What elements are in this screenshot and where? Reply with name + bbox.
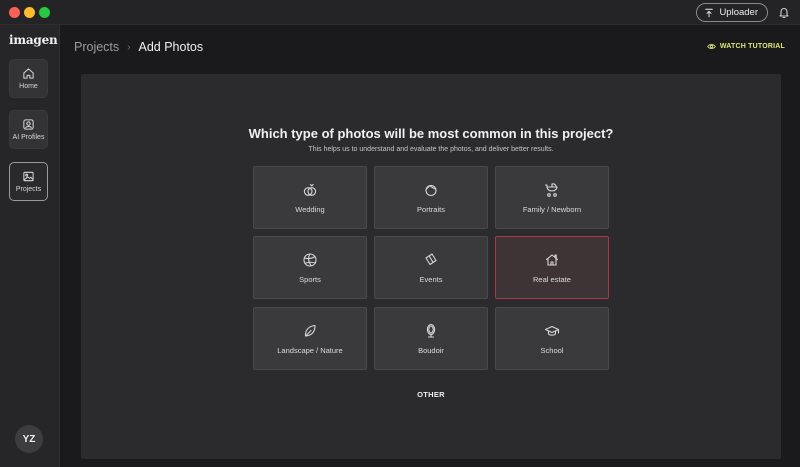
sidebar-item-label: Home: [19, 83, 38, 90]
breadcrumb: Projects › Add Photos: [74, 40, 203, 54]
category-label: School: [540, 345, 564, 355]
portrait-icon: [425, 184, 437, 196]
sidebar-item-projects[interactable]: Projects: [9, 162, 48, 201]
other-option-link[interactable]: OTHER: [81, 390, 781, 399]
page-title: Add Photos: [138, 40, 204, 54]
category-card-wedding[interactable]: Wedding: [253, 166, 367, 229]
upload-icon: [705, 8, 714, 17]
sidebar-item-label: AI Profiles: [12, 134, 45, 141]
house-icon: [545, 253, 559, 266]
category-card-portraits[interactable]: Portraits: [374, 166, 488, 229]
category-card-boudoir[interactable]: Boudoir: [374, 307, 488, 370]
uploader-button[interactable]: Uploader: [696, 3, 768, 22]
question-subtitle: This helps us to understand and evaluate…: [308, 146, 554, 153]
category-label: Sports: [299, 274, 321, 284]
category-card-sports[interactable]: Sports: [253, 236, 367, 299]
sidebar-item-label: Projects: [15, 186, 42, 193]
sidebar-item-ai-profiles[interactable]: AI Profiles: [9, 110, 48, 149]
watch-tutorial-label: WATCH TUTORIAL: [719, 43, 785, 50]
category-card-events[interactable]: Events: [374, 236, 488, 299]
minimize-window-button[interactable]: [24, 7, 35, 18]
category-label: Events: [419, 274, 443, 284]
app-logo: imagen: [9, 33, 58, 47]
category-label: Landscape / Nature: [277, 345, 343, 355]
category-card-family-newborn[interactable]: Family / Newborn: [495, 166, 609, 229]
sidebar-item-home[interactable]: Home: [9, 59, 48, 98]
image-icon: [23, 171, 34, 182]
ball-icon: [303, 252, 317, 267]
eye-icon: [707, 44, 716, 49]
page-header: Projects › Add Photos WATCH TUTORIAL: [60, 25, 800, 70]
rings-icon: [303, 183, 317, 196]
leaf-icon: [304, 324, 316, 337]
mirror-icon: [426, 323, 436, 338]
graduation-cap-icon: [544, 325, 560, 336]
zoom-window-button[interactable]: [39, 7, 50, 18]
question-heading: Which type of photos will be most common…: [248, 126, 614, 141]
category-label: Wedding: [295, 204, 325, 214]
category-label: Boudoir: [418, 345, 444, 355]
photo-type-panel: Which type of photos will be most common…: [81, 74, 781, 459]
ai-profile-icon: [23, 119, 34, 130]
close-window-button[interactable]: [9, 7, 20, 18]
watch-tutorial-link[interactable]: WATCH TUTORIAL: [707, 42, 785, 51]
category-label: Family / Newborn: [522, 204, 582, 214]
chevron-right-icon: ›: [127, 41, 131, 53]
category-card-school[interactable]: School: [495, 307, 609, 370]
category-card-real-estate[interactable]: Real estate: [495, 236, 609, 299]
ticket-icon: [425, 252, 437, 265]
uploader-label: Uploader: [719, 7, 758, 18]
home-icon: [23, 68, 34, 79]
bell-icon[interactable]: [778, 6, 790, 19]
category-card-landscape-nature[interactable]: Landscape / Nature: [253, 307, 367, 370]
stroller-icon: [544, 182, 558, 197]
breadcrumb-projects-link[interactable]: Projects: [74, 40, 119, 54]
user-avatar[interactable]: YZ: [15, 425, 43, 453]
window-titlebar: Uploader: [0, 0, 800, 25]
category-label: Real estate: [533, 274, 571, 284]
category-label: Portraits: [417, 204, 445, 214]
sidebar: imagen Home AI Profiles Projects YZ: [0, 25, 60, 467]
